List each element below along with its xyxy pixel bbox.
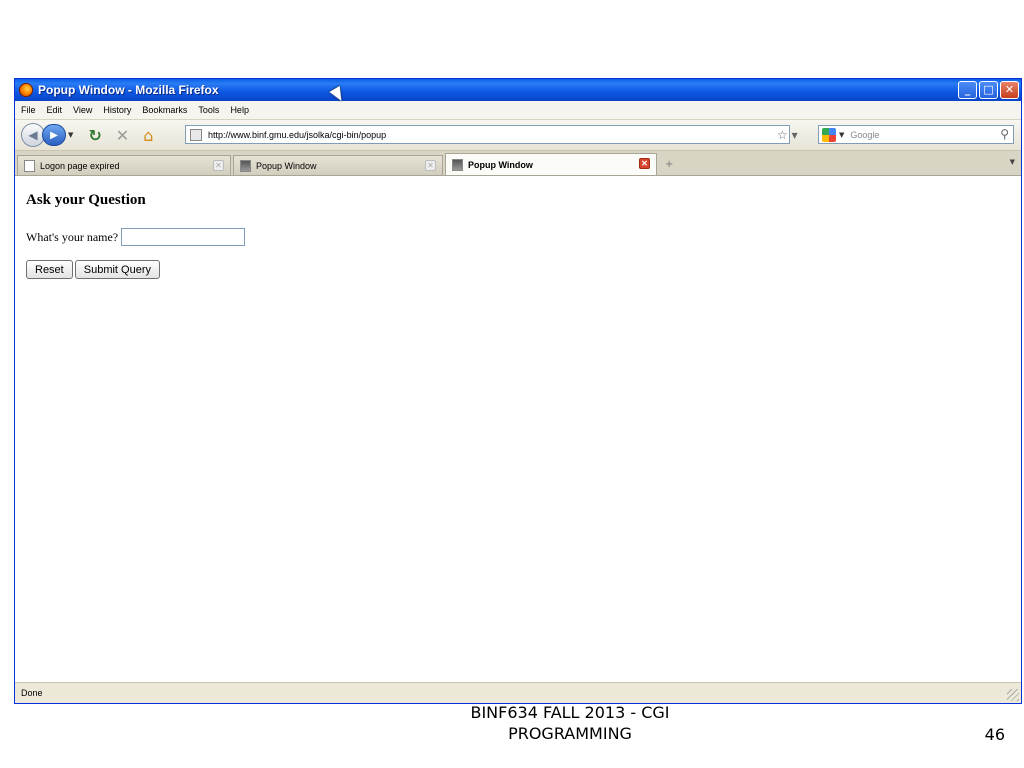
slide: Popup Window - Mozilla Firefox _ □ ✕ Fil…	[0, 0, 1024, 768]
tab-popup-window-active[interactable]: Popup Window ✕	[445, 153, 657, 175]
history-dropdown-icon[interactable]: ▼	[68, 131, 73, 139]
page-icon	[240, 159, 251, 172]
menu-bar: File Edit View History Bookmarks Tools H…	[15, 101, 1021, 120]
tab-close-icon[interactable]: ✕	[213, 160, 224, 171]
slide-footer: BINF634 FALL 2013 - CGI PROGRAMMING	[470, 703, 670, 743]
status-text: Done	[21, 688, 43, 698]
tab-label: Popup Window	[468, 159, 533, 170]
tab-label: Popup Window	[256, 160, 317, 171]
url-bar[interactable]: http://www.binf.gmu.edu/jsolka/cgi-bin/p…	[185, 125, 790, 144]
tab-logon-page-expired[interactable]: Logon page expired ✕	[17, 155, 231, 175]
forward-icon[interactable]: ▶	[42, 124, 66, 146]
window-title: Popup Window - Mozilla Firefox	[38, 83, 219, 97]
navigation-toolbar: ◀ ▶ ▼ ↻ ✕ ⌂ http://www.binf.gmu.edu/jsol…	[15, 120, 1021, 151]
minimize-button[interactable]: _	[958, 81, 977, 99]
close-button[interactable]: ✕	[1000, 81, 1019, 99]
submit-query-button[interactable]: Submit Query	[74, 260, 160, 279]
search-engine-dropdown-icon[interactable]: ▼	[839, 131, 844, 139]
menu-file[interactable]: File	[21, 105, 36, 115]
page-icon	[24, 159, 35, 172]
reset-button[interactable]: Reset	[26, 260, 73, 279]
url-text[interactable]: http://www.binf.gmu.edu/jsolka/cgi-bin/p…	[208, 130, 386, 140]
search-go-icon[interactable]: ⚲	[1000, 127, 1009, 141]
search-bar[interactable]: ▼ Google ⚲	[818, 125, 1014, 144]
tab-list-icon[interactable]: ▼	[1010, 158, 1015, 166]
search-input[interactable]: Google	[850, 130, 879, 140]
slide-page-number: 46	[984, 725, 1005, 744]
firefox-icon	[19, 83, 33, 97]
form-buttons: Reset Submit Query	[26, 260, 160, 279]
window-controls: _ □ ✕	[958, 81, 1019, 99]
resize-grip-icon[interactable]	[1007, 689, 1019, 701]
search-engine-icon[interactable]	[822, 127, 836, 142]
menu-view[interactable]: View	[73, 105, 92, 115]
site-identity-icon[interactable]	[190, 128, 202, 141]
tab-bar: Logon page expired ✕ Popup Window ✕ Popu…	[15, 151, 1021, 176]
tab-close-icon[interactable]: ✕	[639, 158, 650, 169]
menu-edit[interactable]: Edit	[47, 105, 63, 115]
page-content: Ask your Question What's your name? Rese…	[15, 176, 1021, 684]
menu-bookmarks[interactable]: Bookmarks	[142, 105, 187, 115]
name-form-row: What's your name?	[26, 228, 246, 246]
menu-tools[interactable]: Tools	[198, 105, 219, 115]
browser-window: Popup Window - Mozilla Firefox _ □ ✕ Fil…	[14, 78, 1022, 704]
maximize-button[interactable]: □	[979, 81, 998, 99]
reload-icon[interactable]: ↻	[88, 126, 101, 145]
menu-history[interactable]: History	[103, 105, 131, 115]
new-tab-icon[interactable]: +	[665, 159, 673, 170]
menu-help[interactable]: Help	[230, 105, 249, 115]
page-heading: Ask your Question	[26, 192, 146, 208]
tab-label: Logon page expired	[40, 160, 120, 171]
home-icon[interactable]: ⌂	[143, 126, 153, 145]
name-input[interactable]	[121, 228, 246, 246]
tab-popup-window-1[interactable]: Popup Window ✕	[233, 155, 443, 175]
title-bar[interactable]: Popup Window - Mozilla Firefox _ □ ✕	[15, 79, 1021, 101]
status-bar: Done	[15, 682, 1021, 703]
tab-close-icon[interactable]: ✕	[425, 160, 436, 171]
stop-icon[interactable]: ✕	[116, 126, 129, 145]
page-icon	[452, 158, 463, 171]
bookmark-star-icon[interactable]: ☆ ▾	[777, 128, 798, 142]
name-label: What's your name?	[26, 229, 119, 244]
